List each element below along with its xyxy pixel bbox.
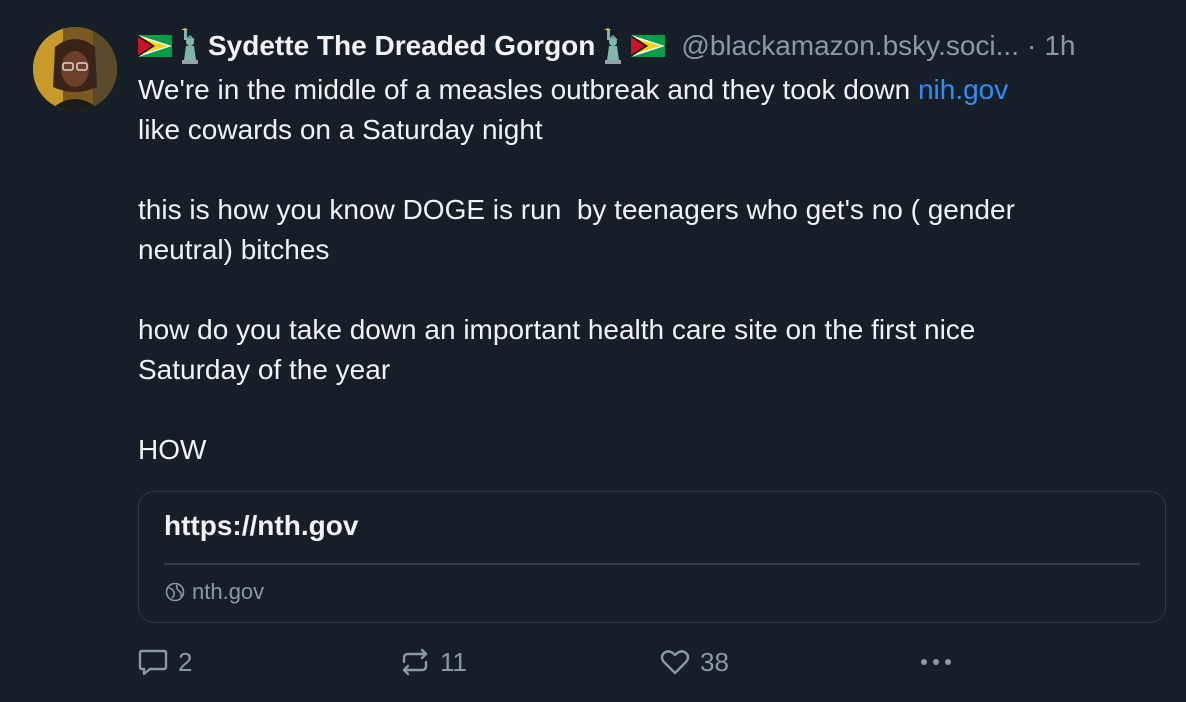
repost-button[interactable]: 11 [398, 642, 467, 682]
link-card-domain-row: nth.gov [164, 578, 264, 606]
link-card-divider [164, 563, 1140, 565]
like-button[interactable]: 38 [658, 642, 729, 682]
guyana-flag-icon [631, 35, 666, 57]
statue-of-liberty-icon [601, 28, 627, 64]
like-count: 38 [700, 646, 729, 677]
timestamp[interactable]: 1h [1044, 26, 1075, 66]
post-actions: 2 11 38 [136, 642, 966, 682]
link-card[interactable]: https://nth.gov nth.gov [138, 491, 1166, 623]
nih-link[interactable]: nih.gov [918, 74, 1008, 105]
more-icon [921, 659, 951, 665]
statue-of-liberty-icon [178, 28, 204, 64]
globe-icon [164, 581, 186, 603]
link-card-domain: nth.gov [192, 579, 265, 604]
post-text-rest: like cowards on a Saturday night this is… [138, 114, 1015, 465]
more-options-button[interactable] [916, 642, 964, 682]
link-card-title: https://nth.gov [164, 510, 359, 541]
separator: · [1027, 30, 1037, 61]
reply-button[interactable]: 2 [136, 642, 192, 682]
guyana-flag-icon [138, 35, 172, 57]
display-name[interactable]: Sydette The Dreaded Gorgon [208, 26, 595, 66]
reply-icon [138, 649, 168, 676]
post[interactable]: Sydette The Dreaded Gorgon @blackamazon.… [0, 0, 1186, 702]
like-icon [660, 650, 690, 675]
repost-icon [402, 648, 428, 676]
avatar[interactable] [33, 27, 117, 111]
post-text-intro: We're in the middle of a measles outbrea… [138, 74, 918, 105]
repost-count: 11 [440, 646, 467, 677]
handle[interactable]: @blackamazon.bsky.soci... [681, 26, 1019, 66]
post-text: We're in the middle of a measles outbrea… [138, 70, 1148, 470]
reply-count: 2 [178, 646, 193, 677]
avatar-image [33, 27, 117, 111]
post-header: Sydette The Dreaded Gorgon @blackamazon.… [138, 26, 1178, 66]
